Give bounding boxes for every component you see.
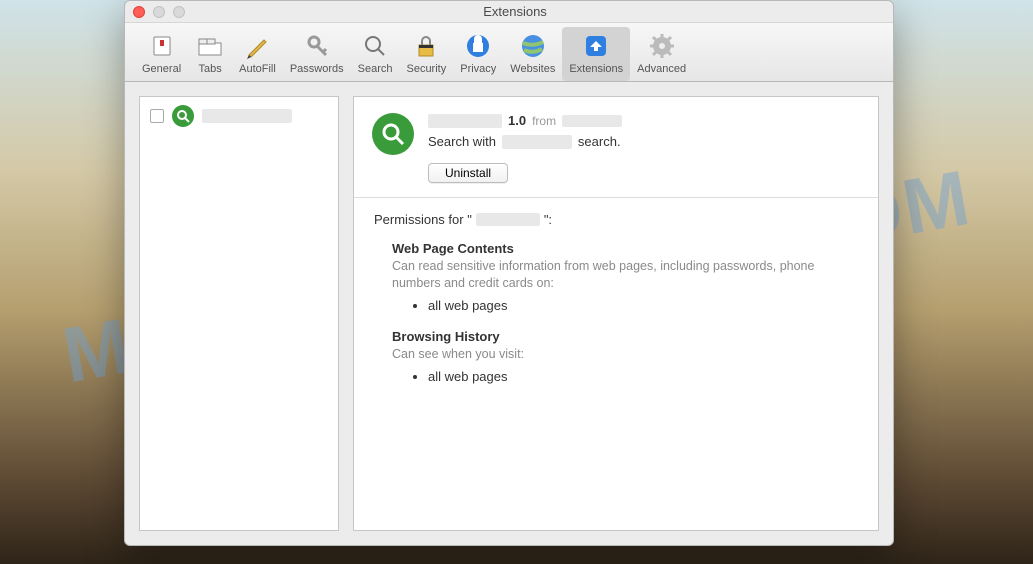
uninstall-button[interactable]: Uninstall [428, 163, 508, 183]
toolbar-privacy[interactable]: Privacy [453, 27, 503, 81]
permission-title: Browsing History [392, 329, 858, 344]
toolbar-label: Advanced [637, 63, 686, 75]
toolbar-label: AutoFill [239, 63, 276, 75]
preferences-window: Extensions General Tabs AutoFill Passwor… [124, 0, 894, 546]
extension-header: 1.0 from Search with search. Uninstall [354, 97, 878, 197]
toolbar-label: Passwords [290, 63, 344, 75]
extension-enable-checkbox[interactable] [150, 109, 164, 123]
permissions-heading-suffix: ": [544, 212, 552, 227]
tabs-icon [195, 31, 225, 61]
toolbar-label: Security [406, 63, 446, 75]
toolbar-advanced[interactable]: Advanced [630, 27, 693, 81]
toolbar-label: Websites [510, 63, 555, 75]
permission-desc: Can read sensitive information from web … [392, 258, 858, 292]
permission-group: Browsing History Can see when you visit:… [392, 329, 858, 384]
permissions-name-redacted [476, 213, 540, 226]
permission-title: Web Page Contents [392, 241, 858, 256]
toolbar-label: General [142, 63, 181, 75]
toolbar-label: Privacy [460, 63, 496, 75]
gear-icon [647, 31, 677, 61]
extension-icon [372, 113, 414, 155]
permission-group: Web Page Contents Can read sensitive inf… [392, 241, 858, 313]
extension-list-item[interactable] [140, 97, 338, 135]
titlebar: Extensions [125, 1, 893, 23]
permissions-heading: Permissions for " ": [374, 212, 858, 227]
extension-detail: 1.0 from Search with search. Uninstall P… [353, 96, 879, 531]
autofill-icon [242, 31, 272, 61]
extension-desc-redacted [502, 135, 572, 149]
permission-list: all web pages [428, 369, 858, 384]
toolbar-general[interactable]: General [135, 27, 188, 81]
close-icon[interactable] [133, 6, 145, 18]
extension-version: 1.0 [508, 113, 526, 128]
permission-item: all web pages [428, 369, 858, 384]
extensions-icon [581, 31, 611, 61]
permission-list: all web pages [428, 298, 858, 313]
permissions-section: Permissions for " ": Web Page Contents C… [354, 198, 878, 414]
toolbar-websites[interactable]: Websites [503, 27, 562, 81]
toolbar-label: Extensions [569, 63, 623, 75]
extension-info: 1.0 from Search with search. Uninstall [428, 113, 860, 183]
lock-icon [411, 31, 441, 61]
toolbar-search[interactable]: Search [351, 27, 400, 81]
globe-icon [518, 31, 548, 61]
toolbar-autofill[interactable]: AutoFill [232, 27, 283, 81]
from-label: from [532, 114, 556, 128]
permission-desc: Can see when you visit: [392, 346, 858, 363]
toolbar-passwords[interactable]: Passwords [283, 27, 351, 81]
toolbar-extensions[interactable]: Extensions [562, 27, 630, 81]
extension-name-redacted [428, 114, 502, 128]
general-icon [147, 31, 177, 61]
privacy-icon [463, 31, 493, 61]
toolbar-tabs[interactable]: Tabs [188, 27, 232, 81]
toolbar-label: Search [358, 63, 393, 75]
toolbar-label: Tabs [199, 63, 222, 75]
extensions-sidebar [139, 96, 339, 531]
toolbar-security[interactable]: Security [399, 27, 453, 81]
extension-developer-redacted [562, 115, 622, 127]
preferences-toolbar: General Tabs AutoFill Passwords Search [125, 23, 893, 82]
search-icon [360, 31, 390, 61]
content-area: 1.0 from Search with search. Uninstall P… [125, 82, 893, 545]
extension-icon [172, 105, 194, 127]
extension-desc-prefix: Search with [428, 134, 496, 149]
permission-item: all web pages [428, 298, 858, 313]
extension-desc-suffix: search. [578, 134, 621, 149]
permissions-heading-prefix: Permissions for " [374, 212, 472, 227]
key-icon [302, 31, 332, 61]
extension-name-redacted [202, 109, 292, 123]
window-title: Extensions [145, 4, 885, 19]
